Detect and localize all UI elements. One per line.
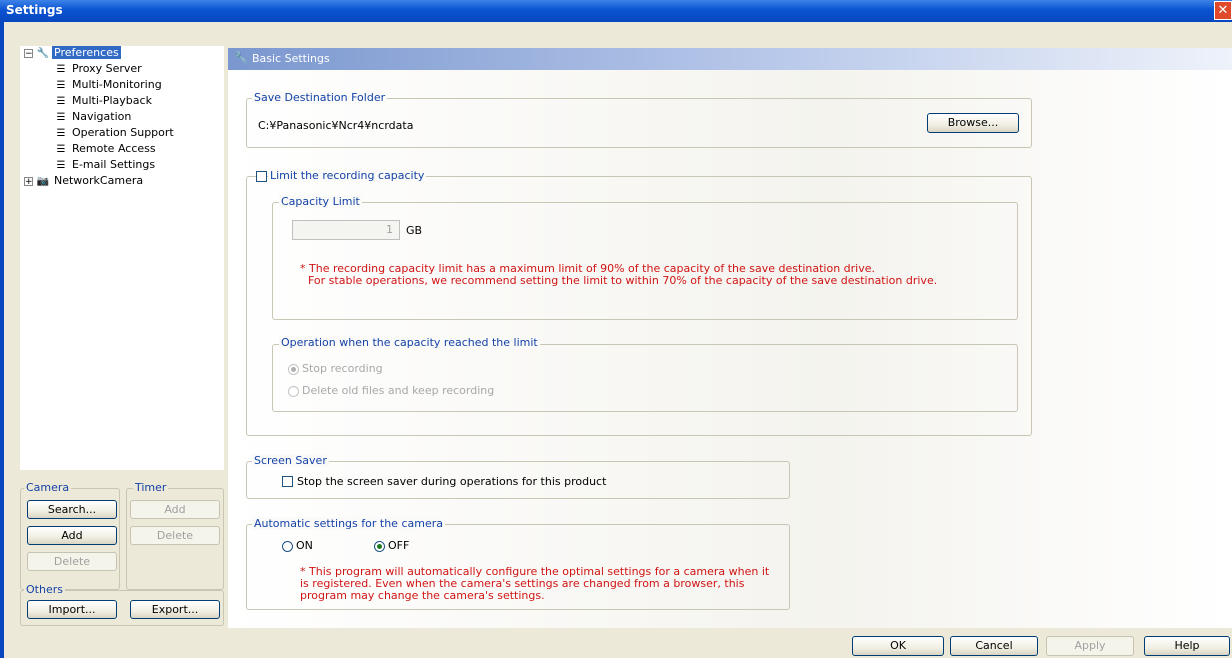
capacity-value-input[interactable]: 1	[292, 220, 400, 240]
panel-header: 🔧 Basic Settings	[228, 48, 1232, 70]
capacity-limit-caption: Capacity Limit	[279, 195, 362, 208]
search-button[interactable]: Search...	[27, 500, 117, 519]
stop-recording-label: Stop recording	[302, 362, 383, 375]
others-group-caption: Others	[24, 583, 65, 596]
auto-note-line3: program may change the camera's settings…	[300, 589, 545, 602]
list-icon: ☰	[56, 64, 66, 75]
save-destination-path: C:¥Panasonic¥Ncr4¥ncrdata	[258, 119, 414, 132]
tree-item-proxy-server[interactable]: ☰ Proxy Server	[54, 62, 144, 77]
operation-limit-caption: Operation when the capacity reached the …	[279, 336, 540, 349]
auto-on-radio[interactable]	[282, 541, 293, 552]
delete-timer-button[interactable]: Delete	[130, 526, 220, 545]
tree-label: Preferences	[52, 46, 121, 59]
tree-label: Multi-Monitoring	[72, 78, 162, 91]
list-icon: ☰	[56, 96, 66, 107]
add-timer-button[interactable]: Add	[130, 500, 220, 519]
timer-group-caption: Timer	[133, 481, 169, 494]
add-camera-button[interactable]: Add	[27, 526, 117, 545]
tree-item-remote-access[interactable]: ☰ Remote Access	[54, 142, 158, 157]
tree-label: E-mail Settings	[72, 158, 156, 171]
ok-button[interactable]: OK	[852, 636, 944, 656]
title-bar: Settings ✕	[0, 0, 1232, 22]
stop-screen-saver-label[interactable]: Stop the screen saver during operations …	[297, 475, 606, 488]
panel-header-title: Basic Settings	[252, 52, 330, 65]
delete-old-files-label: Delete old files and keep recording	[302, 384, 495, 397]
auto-off-label: OFF	[388, 539, 410, 552]
auto-off-radio[interactable]	[374, 541, 385, 552]
tree-item-preferences[interactable]: − 🔧 Preferences	[24, 46, 121, 61]
tree-item-operation-support[interactable]: ☰ Operation Support	[54, 126, 176, 141]
limit-capacity-label[interactable]: Limit the recording capacity	[268, 169, 427, 182]
tree-label: NetworkCamera	[54, 174, 144, 187]
delete-old-files-radio[interactable]	[288, 386, 299, 397]
wrench-icon: 🔧	[234, 51, 248, 64]
list-icon: ☰	[56, 112, 66, 123]
capacity-unit: GB	[406, 224, 423, 237]
operation-limit-group	[272, 344, 1018, 412]
settings-tree[interactable]: − 🔧 Preferences ☰ Proxy Server ☰ Multi-Monit…	[20, 46, 224, 470]
tree-item-networkcamera[interactable]: + 📷 NetworkCamera	[24, 174, 145, 189]
tree-label: Navigation	[72, 110, 132, 123]
tree-label: Multi-Playback	[72, 94, 152, 107]
list-icon: ☰	[56, 80, 66, 91]
browse-button[interactable]: Browse...	[927, 113, 1019, 133]
apply-button[interactable]: Apply	[1046, 636, 1134, 656]
tree-item-navigation[interactable]: ☰ Navigation	[54, 110, 133, 125]
delete-camera-button[interactable]: Delete	[27, 552, 117, 571]
stop-screen-saver-checkbox[interactable]	[282, 476, 293, 487]
list-icon: ☰	[56, 144, 66, 155]
tree-item-multi-monitoring[interactable]: ☰ Multi-Monitoring	[54, 78, 164, 93]
auto-on-label: ON	[296, 539, 313, 552]
collapse-icon[interactable]: −	[24, 48, 33, 58]
export-button[interactable]: Export...	[130, 600, 220, 619]
screen-saver-caption: Screen Saver	[252, 454, 329, 467]
help-button[interactable]: Help	[1144, 636, 1230, 656]
close-icon[interactable]: ✕	[1214, 1, 1232, 20]
import-button[interactable]: Import...	[27, 600, 117, 619]
expand-icon[interactable]: +	[24, 176, 33, 186]
tree-item-email-settings[interactable]: ☰ E-mail Settings	[54, 158, 157, 173]
stop-recording-radio[interactable]	[288, 364, 299, 375]
limit-capacity-checkbox[interactable]	[256, 171, 267, 182]
camera-icon: 📷	[36, 176, 50, 187]
tree-label: Remote Access	[72, 142, 156, 155]
tree-item-multi-playback[interactable]: ☰ Multi-Playback	[54, 94, 154, 109]
auto-settings-caption: Automatic settings for the camera	[252, 517, 445, 530]
tree-label: Proxy Server	[72, 62, 142, 75]
window-title: Settings	[6, 3, 63, 17]
save-destination-caption: Save Destination Folder	[252, 91, 388, 104]
wrench-icon: 🔧	[36, 48, 50, 59]
camera-group-caption: Camera	[24, 481, 72, 494]
capacity-note-line2: For stable operations, we recommend sett…	[308, 274, 938, 287]
list-icon: ☰	[56, 160, 66, 171]
tree-label: Operation Support	[72, 126, 174, 139]
cancel-button[interactable]: Cancel	[950, 636, 1038, 656]
list-icon: ☰	[56, 128, 66, 139]
